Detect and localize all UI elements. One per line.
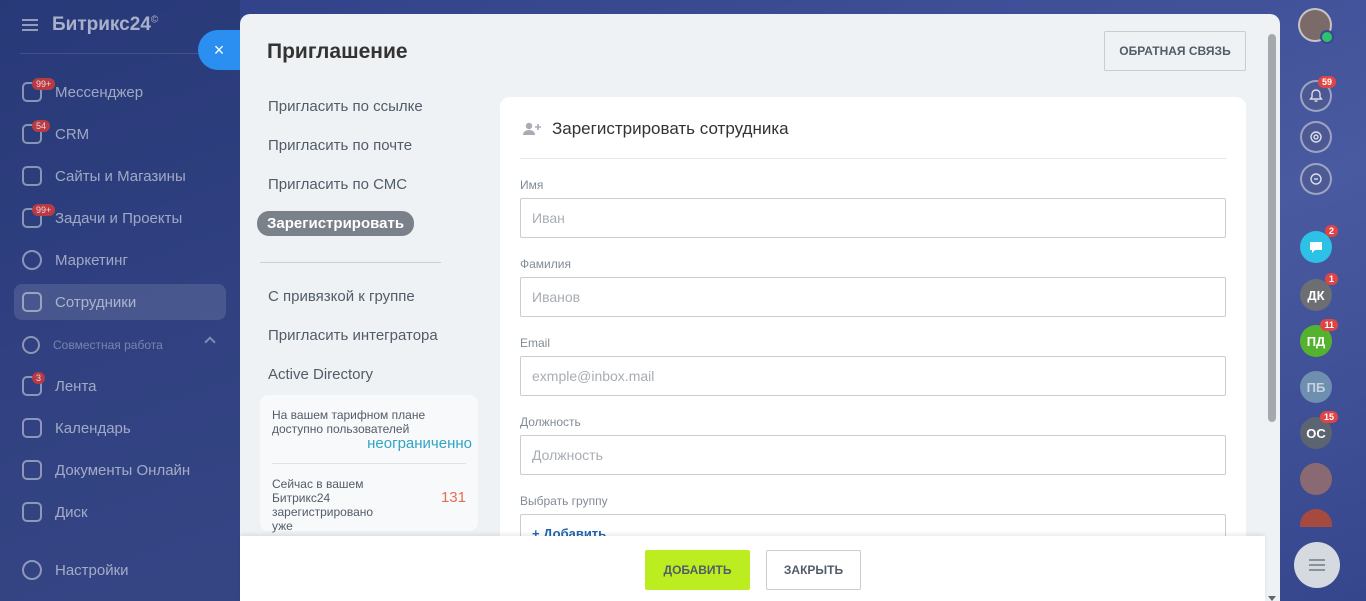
- contact-avatar-pb[interactable]: ПБ: [1300, 371, 1332, 403]
- menu-register[interactable]: Зарегистрировать: [257, 211, 415, 236]
- menu-invite-sms[interactable]: Пригласить по СМС: [268, 176, 407, 193]
- right-bar: 59 2 ДК 1 ПД 11 ПБ ОС 15: [1266, 0, 1366, 601]
- menu-divider: [260, 262, 441, 263]
- collab-icon: [22, 336, 40, 354]
- plan-limit-value: неограниченно: [367, 435, 472, 452]
- menu-icon[interactable]: [22, 19, 38, 31]
- sidebar-item-calendar[interactable]: Календарь: [22, 411, 222, 445]
- sidebar-group-collab[interactable]: Совместная работа: [22, 328, 222, 362]
- sidebar-item-messenger[interactable]: 99+ Мессенджер: [22, 75, 222, 109]
- sidebar-item-docs[interactable]: Документы Онлайн: [22, 453, 222, 487]
- cart-icon: [22, 166, 42, 186]
- contact-avatar-partial[interactable]: [1300, 509, 1332, 527]
- contact-avatar-photo[interactable]: [1300, 463, 1332, 495]
- marketing-icon: [22, 250, 42, 270]
- first-name-label: Имя: [520, 178, 544, 192]
- add-user-icon: [523, 122, 541, 135]
- crm-icon: 54: [22, 120, 51, 144]
- chevron-up-icon[interactable]: [204, 336, 216, 348]
- info-divider: [272, 463, 466, 464]
- group-label: Выбрать группу: [520, 494, 608, 508]
- contact-avatar-pd[interactable]: ПД 11: [1300, 319, 1338, 357]
- sidebar-item-settings[interactable]: Настройки: [22, 553, 222, 587]
- form-header: Зарегистрировать сотрудника: [522, 119, 789, 139]
- sidebar-item-crm[interactable]: 54 CRM: [22, 117, 222, 151]
- menu-invite-link[interactable]: Пригласить по ссылке: [268, 98, 423, 115]
- email-input[interactable]: [520, 356, 1226, 396]
- scroll-down-arrow-icon[interactable]: [1268, 596, 1276, 601]
- register-form: Зарегистрировать сотрудника Имя Фамилия …: [500, 97, 1246, 547]
- first-name-input[interactable]: [520, 198, 1226, 238]
- notifications-bell-icon[interactable]: 59: [1300, 76, 1336, 112]
- close-icon: ×: [213, 39, 225, 60]
- list-icon: [1309, 559, 1325, 571]
- plan-limit-row: На вашем тарифном плане доступно пользов…: [272, 408, 472, 452]
- user-avatar[interactable]: [1298, 8, 1334, 44]
- page-title: Приглашение: [267, 40, 408, 63]
- sidebar-header: Битрикс24©: [22, 14, 158, 36]
- close-button[interactable]: ЗАКРЫТЬ: [766, 550, 861, 590]
- open-chat-button[interactable]: [1294, 542, 1340, 588]
- menu-group-invite[interactable]: С привязкой к группе: [268, 288, 415, 305]
- menu-active-directory[interactable]: Active Directory: [268, 366, 373, 383]
- scrollbar-thumb[interactable]: [1268, 34, 1276, 422]
- slider-footer: ДОБАВИТЬ ЗАКРЫТЬ: [240, 536, 1265, 601]
- gear-icon: [22, 560, 42, 580]
- registered-count: 131: [440, 489, 466, 506]
- tasks-icon: 99+: [22, 204, 56, 228]
- feed-icon: 3: [22, 372, 46, 396]
- status-online-icon: [1320, 30, 1334, 44]
- contact-avatar-dk[interactable]: ДК 1: [1300, 273, 1338, 311]
- contact-avatar-os[interactable]: ОС 15: [1300, 411, 1338, 449]
- disk-icon: [22, 502, 42, 522]
- plan-info-box: На вашем тарифном плане доступно пользов…: [260, 395, 478, 533]
- registered-count-row: Сейчас в вашем Битрикс24 зарегистрирован…: [272, 477, 472, 533]
- last-name-label: Фамилия: [520, 257, 571, 271]
- search-chat-icon[interactable]: [1300, 163, 1332, 195]
- close-slider-button[interactable]: ×: [198, 30, 244, 70]
- scrollbar[interactable]: [1267, 30, 1277, 601]
- menu-invite-integrator[interactable]: Пригласить интегратора: [268, 327, 438, 344]
- position-label: Должность: [520, 415, 581, 429]
- position-input[interactable]: [520, 435, 1226, 475]
- left-sidebar: Битрикс24© 99+ Мессенджер 54 CRM Сайты и…: [0, 0, 240, 601]
- plan-limit-text: На вашем тарифном плане доступно пользов…: [272, 408, 426, 436]
- messenger-icon: 99+: [22, 78, 56, 102]
- sidebar-item-feed[interactable]: 3 Лента: [22, 369, 222, 403]
- calendar-icon: [22, 418, 42, 438]
- document-icon: [22, 460, 42, 480]
- menu-invite-email[interactable]: Пригласить по почте: [268, 137, 412, 154]
- sidebar-item-tasks[interactable]: 99+ Задачи и Проекты: [22, 201, 222, 235]
- employees-icon: [22, 292, 42, 312]
- last-name-input[interactable]: [520, 277, 1226, 317]
- add-button[interactable]: ДОБАВИТЬ: [645, 550, 750, 590]
- form-heading: Зарегистрировать сотрудника: [552, 119, 789, 138]
- email-label: Email: [520, 336, 551, 350]
- sidebar-item-marketing[interactable]: Маркетинг: [22, 243, 222, 277]
- telephony-icon[interactable]: [1300, 121, 1332, 153]
- form-header-divider: [520, 158, 1226, 159]
- brand-logo[interactable]: Битрикс24©: [52, 14, 158, 36]
- open-lines-chat-icon[interactable]: 2: [1300, 225, 1338, 263]
- registered-text: Сейчас в вашем Битрикс24 зарегистрирован…: [272, 477, 374, 533]
- sidebar-item-employees[interactable]: Сотрудники: [14, 284, 226, 320]
- sidebar-item-sites[interactable]: Сайты и Магазины: [22, 159, 222, 193]
- feedback-button[interactable]: ОБРАТНАЯ СВЯЗЬ: [1104, 31, 1246, 71]
- sidebar-item-disk[interactable]: Диск: [22, 495, 222, 529]
- invite-slider: Приглашение ОБРАТНАЯ СВЯЗЬ Пригласить по…: [240, 14, 1280, 601]
